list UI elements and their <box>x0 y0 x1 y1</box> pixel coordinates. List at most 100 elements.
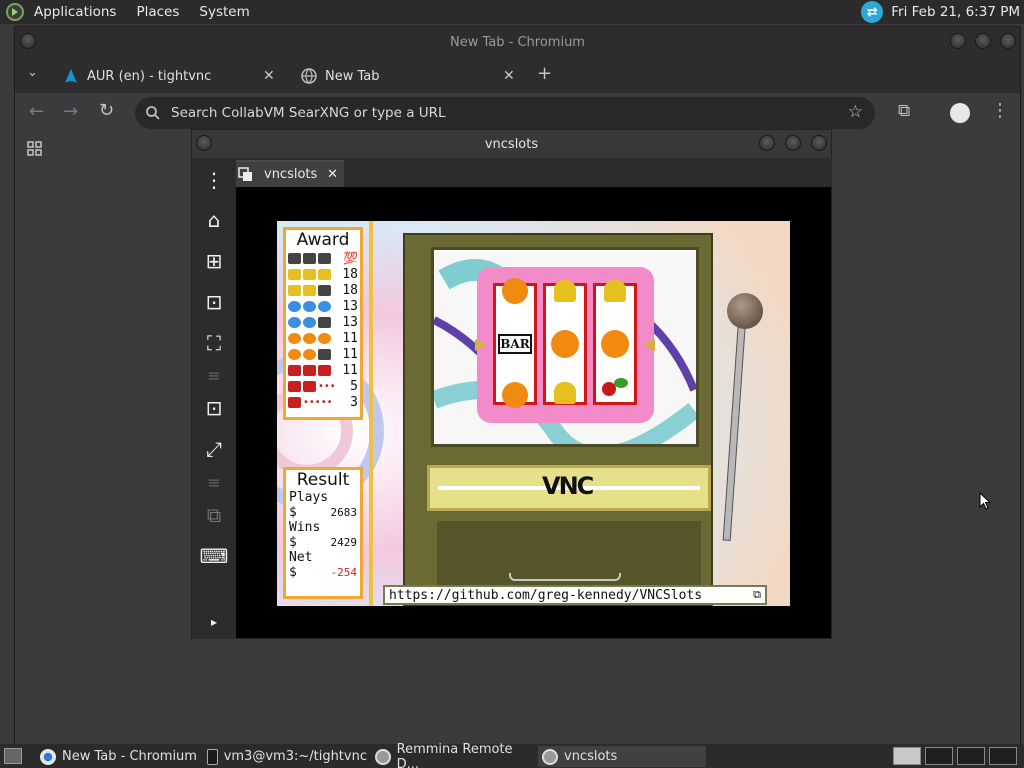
bell-symbol <box>554 280 576 302</box>
plays-label: Plays <box>289 490 329 505</box>
remmina-tab[interactable]: vncslots ✕ <box>236 160 344 187</box>
payline-right-arrow <box>643 339 655 351</box>
external-link-icon: ⧉ <box>753 588 761 601</box>
remmina-window: vncslots ⋮ ⌂ ⊞ ⊡ ⛶ ≡ ⊡ ⤢ ≡ ⧉ ⌨ ▸ vncslot… <box>191 129 832 639</box>
mouse-cursor-icon <box>979 492 991 510</box>
workspace-1[interactable] <box>893 747 921 765</box>
wins-value: 2429 <box>330 536 358 549</box>
task-vncslots[interactable]: vncslots <box>538 746 706 767</box>
currency-symbol: $ <box>289 565 297 580</box>
places-menu[interactable]: Places <box>136 4 179 20</box>
orange-symbol <box>601 330 629 358</box>
bar-symbol: BAR <box>498 334 532 354</box>
chromium-titlebar[interactable]: New Tab - Chromium <box>15 27 1020 57</box>
reel-3 <box>593 280 637 405</box>
scaled-mode-icon[interactable]: ⊡ <box>200 394 228 422</box>
close-tab-icon[interactable]: ✕ <box>263 68 275 84</box>
window-menu-button[interactable] <box>20 33 36 49</box>
chromium-icon <box>40 748 56 765</box>
close-tab-icon[interactable]: ✕ <box>503 68 515 84</box>
applications-menu[interactable]: Applications <box>6 3 116 21</box>
vnc-screen[interactable]: Award 💯 18 18 13 13 11 11 11 ••• 5 ••••• 3… <box>277 221 790 606</box>
award-row: ••• 5 <box>286 378 360 394</box>
profile-icon[interactable] <box>950 103 970 123</box>
bell-symbol <box>604 280 626 302</box>
task-label: New Tab - Chromium <box>62 749 197 764</box>
remmina-icon <box>375 748 391 765</box>
more-menu-icon[interactable]: ⋮ <box>991 100 1009 121</box>
award-value: 11 <box>342 346 358 362</box>
close-tab-icon[interactable]: ✕ <box>327 167 338 182</box>
system-menu[interactable]: System <box>199 4 249 20</box>
github-url[interactable]: https://github.com/greg-kennedy/VNCSlots… <box>383 585 767 605</box>
maximize-button[interactable] <box>785 135 801 151</box>
menu-icon[interactable]: ⋮ <box>200 166 228 194</box>
globe-icon <box>301 68 317 84</box>
apps-grid-icon[interactable] <box>27 141 42 156</box>
chromium-toolbar: ← → ↻ Search CollabVM SearXNG or type a … <box>15 93 1020 133</box>
fit-window-icon[interactable]: ⊡ <box>200 288 228 316</box>
extensions-icon[interactable]: ⧉ <box>898 101 910 121</box>
show-desktop-icon[interactable] <box>4 748 22 764</box>
minimize-button[interactable] <box>759 135 775 151</box>
new-tab-icon[interactable]: + <box>537 63 552 84</box>
forward-icon[interactable]: → <box>63 101 78 122</box>
remmina-tab-label: vncslots <box>264 167 318 182</box>
minimize-button[interactable] <box>950 33 966 49</box>
workspace-2[interactable] <box>925 747 953 765</box>
remmina-title: vncslots <box>484 136 539 152</box>
currency-symbol: $ <box>289 505 297 520</box>
wins-row: $2429 <box>286 535 360 550</box>
award-row: 💯 <box>286 250 360 266</box>
clock[interactable]: Fri Feb 21, 6:37 PM <box>891 4 1020 20</box>
tab-search-icon[interactable]: ⌄ <box>27 65 38 80</box>
network-icon[interactable]: ⇄ <box>861 1 884 23</box>
award-value: 11 <box>342 330 358 346</box>
tab-new-tab[interactable]: New Tab ✕ <box>293 59 521 93</box>
panel-menus: Applications Places System <box>0 3 250 21</box>
tab-aur[interactable]: AUR (en) - tightvnc ✕ <box>55 59 283 93</box>
terminal-icon <box>207 748 218 765</box>
toolbar-divider: ≡ <box>207 472 221 492</box>
task-terminal[interactable]: vm3@vm3:~/tightvnc <box>203 746 367 767</box>
keyboard-icon[interactable]: ⌨ <box>200 542 229 570</box>
new-connection-icon[interactable]: ⊞ <box>200 247 228 275</box>
app-menu-icon <box>6 3 24 21</box>
back-icon[interactable]: ← <box>29 101 44 122</box>
home-icon[interactable]: ⌂ <box>200 206 228 234</box>
award-row: 11 <box>286 346 360 362</box>
reel-1: BAR <box>493 278 537 408</box>
task-remmina[interactable]: Remmina Remote D... <box>371 742 535 768</box>
workspace-3[interactable] <box>957 747 985 765</box>
lever-knob[interactable] <box>727 293 763 329</box>
reload-icon[interactable]: ↻ <box>99 100 114 121</box>
award-value: 5 <box>350 378 358 394</box>
close-button[interactable] <box>1000 33 1016 49</box>
close-button[interactable] <box>811 135 827 151</box>
remmina-titlebar[interactable]: vncslots <box>192 130 831 158</box>
net-label: Net <box>289 550 313 565</box>
omnibox-placeholder: Search CollabVM SearXNG or type a URL <box>171 105 446 121</box>
window-menu-button[interactable] <box>196 135 212 151</box>
task-label: vncslots <box>564 749 618 764</box>
omnibox[interactable]: Search CollabVM SearXNG or type a URL ☆ <box>135 97 875 129</box>
remmina-icon <box>542 748 558 765</box>
remmina-toolbar: ⋮ ⌂ ⊞ ⊡ ⛶ ≡ ⊡ ⤢ ≡ ⧉ ⌨ ▸ <box>192 158 236 639</box>
expand-icon[interactable]: ▸ <box>200 608 228 636</box>
workspace-4[interactable] <box>989 747 1017 765</box>
award-value: 13 <box>342 314 358 330</box>
bookmark-star-icon[interactable]: ☆ <box>848 102 863 122</box>
task-label: Remmina Remote D... <box>396 741 513 768</box>
top-panel: Applications Places System ⇄ Fri Feb 21,… <box>0 0 1024 24</box>
currency-symbol: $ <box>289 535 297 550</box>
orange-symbol <box>551 330 579 358</box>
task-chromium[interactable]: New Tab - Chromium <box>36 746 200 767</box>
fullscreen-icon[interactable]: ⛶ <box>200 329 228 357</box>
wins-label: Wins <box>289 520 321 535</box>
result-panel: Result Plays $2683 Wins $2429 Net $ -254 <box>283 467 363 599</box>
minimize-window-icon[interactable]: ⧉ <box>200 501 228 529</box>
maximize-button[interactable] <box>975 33 991 49</box>
vnc-logo: VNC <box>542 472 594 500</box>
dynamic-resolution-icon[interactable]: ⤢ <box>200 435 228 463</box>
applications-label: Applications <box>34 4 117 20</box>
